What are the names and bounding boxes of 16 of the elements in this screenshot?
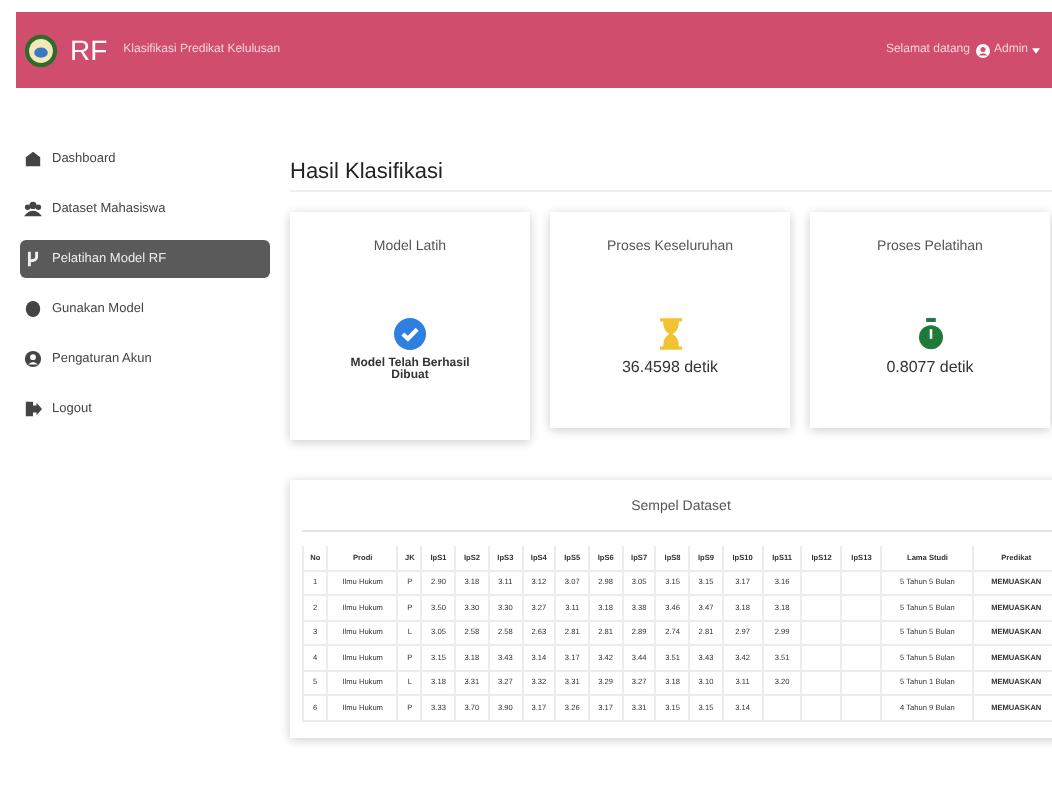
circle-icon (24, 300, 42, 318)
user-icon (24, 350, 42, 368)
hourglass-icon (659, 318, 681, 350)
users-icon (24, 200, 42, 218)
fork-icon (24, 250, 42, 268)
house-icon (24, 150, 42, 168)
caret-icon (1032, 47, 1040, 53)
check-circle-icon (394, 318, 426, 350)
stopwatch-icon (917, 318, 943, 350)
brand-name[interactable]: RF (70, 34, 108, 66)
card-value: 36.4598 detik (619, 358, 721, 376)
user-icon (975, 43, 990, 57)
page-title: Hasil Klasifikasi (290, 160, 1052, 192)
card-value: 0.8077 detik (884, 358, 976, 376)
logo-icon (24, 33, 58, 67)
logout-icon (24, 400, 42, 418)
